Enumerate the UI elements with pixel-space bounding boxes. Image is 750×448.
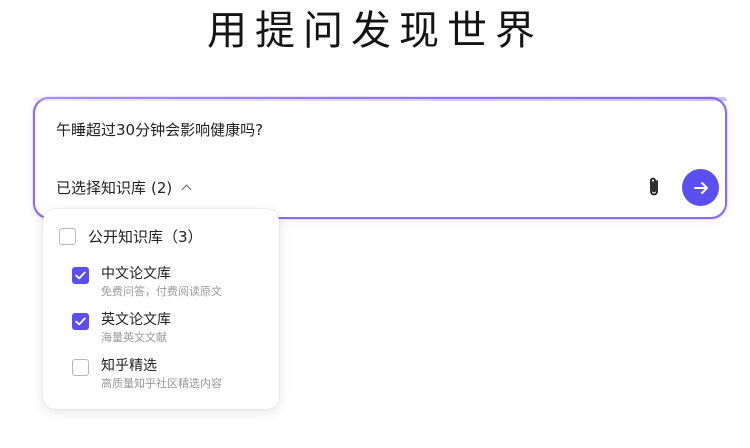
arrow-right-icon <box>693 181 708 194</box>
kb-label: 已选择知识库 <box>56 179 147 197</box>
kb-item-desc: 高质量知乎社区精选内容 <box>101 377 222 390</box>
kb-count: (2) <box>151 178 173 197</box>
group-count: （3） <box>163 228 203 246</box>
check-icon <box>75 317 86 326</box>
kb-item-zhihu-selected[interactable]: 知乎精选 高质量知乎社区精选内容 <box>72 356 222 392</box>
check-icon <box>75 271 86 280</box>
page: 用提问发现世界 午睡超过30分钟会影响健康吗? 已选择知识库 (2) 公开知识库… <box>0 0 750 448</box>
kb-item-english-papers[interactable]: 英文论文库 海量英文文献 <box>72 310 171 346</box>
chevron-up-icon <box>181 184 192 195</box>
kb-item-checkbox[interactable] <box>72 267 89 284</box>
kb-item-chinese-papers[interactable]: 中文论文库 免费问答，付费阅读原文 <box>72 264 222 300</box>
question-input[interactable]: 午睡超过30分钟会影响健康吗? <box>56 119 263 140</box>
paperclip-icon <box>650 177 658 196</box>
group-label: 公开知识库 <box>88 228 164 246</box>
kb-item-checkbox[interactable] <box>72 359 89 376</box>
knowledge-base-toggle[interactable]: 已选择知识库 (2) <box>56 177 192 198</box>
kb-item-title: 中文论文库 <box>101 266 171 282</box>
send-button[interactable] <box>682 169 719 206</box>
kb-item-desc: 海量英文文献 <box>101 331 167 344</box>
group-checkbox[interactable] <box>59 228 76 245</box>
kb-item-desc: 免费问答，付费阅读原文 <box>101 285 222 298</box>
attach-button[interactable] <box>642 175 666 199</box>
ask-box: 午睡超过30分钟会影响健康吗? 已选择知识库 (2) <box>33 97 727 219</box>
hero-title: 用提问发现世界 <box>207 8 543 54</box>
kb-item-checkbox[interactable] <box>72 313 89 330</box>
kb-item-title: 英文论文库 <box>101 312 171 328</box>
group-public-kb[interactable]: 公开知识库（3） <box>59 226 203 247</box>
kb-item-title: 知乎精选 <box>101 358 157 374</box>
knowledge-base-dropdown: 公开知识库（3） 中文论文库 免费问答，付费阅读原文 英文论文库 海量英文文献 … <box>43 209 279 409</box>
